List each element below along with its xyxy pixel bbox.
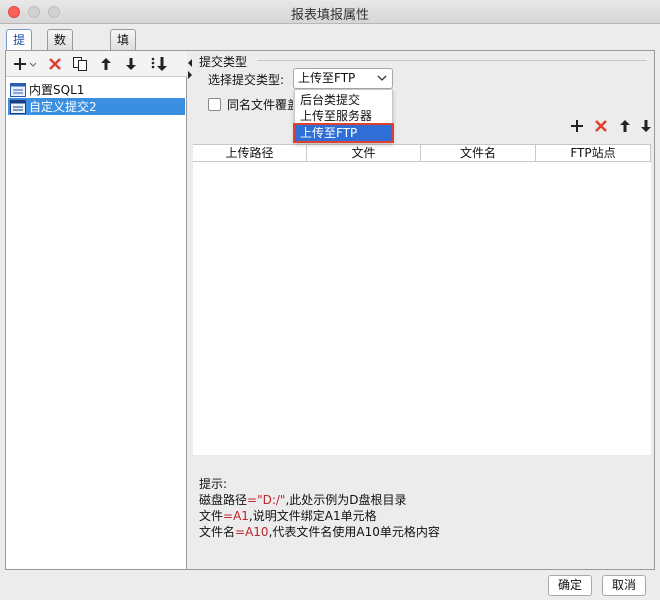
submit-type-select[interactable]: 上传至FTP (293, 68, 393, 89)
arrow-up-icon (620, 120, 630, 132)
arrow-down-icon (126, 58, 136, 70)
collapse-left-icon[interactable] (188, 59, 192, 67)
delete-x-icon (595, 120, 607, 132)
plus-icon (14, 58, 37, 70)
upload-table[interactable]: 上传路径 文件 文件名 FTP站点 (193, 144, 651, 455)
arrow-up-icon (101, 58, 111, 70)
column-header-ftp-site[interactable]: FTP站点 (536, 145, 651, 162)
row-up-button[interactable] (614, 115, 636, 137)
row-down-button[interactable] (635, 115, 657, 137)
submit-type-group-label: 提交类型 (199, 55, 248, 69)
hint-title: 提示: (199, 477, 228, 491)
list-item-label: 自定义提交2 (29, 100, 97, 114)
tab-submit[interactable]: 提交 (6, 29, 33, 67)
submit-item-icon (10, 99, 26, 114)
list-item-builtin-sql[interactable]: 内置SQL1 (8, 81, 185, 98)
list-item-label: 内置SQL1 (29, 83, 85, 97)
delete-x-icon (49, 58, 61, 70)
overwrite-checkbox-label: 同名文件覆盖 (227, 98, 293, 112)
submit-type-label: 选择提交类型: (208, 73, 285, 87)
expand-right-icon[interactable] (188, 71, 192, 79)
arrow-down-icon (641, 120, 651, 132)
delete-button[interactable] (45, 54, 65, 74)
hint-text: 提示: 磁盘路径="D:/",此处示例为D盘根目录 文件=A1,说明文件绑定A1… (199, 476, 440, 540)
add-dropdown-button[interactable] (12, 54, 38, 74)
overwrite-checkbox[interactable] (208, 98, 221, 111)
plus-icon (571, 120, 583, 132)
tab-shortcut-settings[interactable]: 填报快捷键设置 (110, 29, 137, 167)
hint-line-file-name: 文件名=A10,代表文件名使用A10单元格内容 (199, 525, 440, 539)
window-title: 报表填报属性 (290, 8, 369, 23)
cancel-button[interactable]: 取消 (602, 575, 646, 596)
copy-button[interactable] (70, 54, 90, 74)
submit-type-dropdown: 后台类提交 上传至服务器 上传至FTP (293, 89, 394, 143)
move-up-button[interactable] (96, 54, 116, 74)
list-toolbar (6, 51, 187, 77)
add-row-button[interactable] (566, 115, 588, 137)
tab-data-validation[interactable]: 数据校验 (47, 29, 74, 107)
delete-row-button[interactable] (590, 115, 612, 137)
copy-icon (73, 57, 87, 71)
list-item-custom-submit[interactable]: 自定义提交2 (8, 98, 185, 115)
hint-line-file: 文件=A1,说明文件绑定A1单元格 (199, 509, 377, 523)
table-header: 上传路径 文件 文件名 FTP站点 (193, 145, 651, 162)
option-upload-ftp[interactable]: 上传至FTP (293, 123, 394, 143)
column-header-file-name[interactable]: 文件名 (421, 145, 536, 162)
submit-type-value: 上传至FTP (298, 71, 356, 85)
chevron-down-icon (377, 75, 387, 81)
submit-list-panel: 内置SQL1 自定义提交2 (6, 51, 187, 569)
column-header-upload-path[interactable]: 上传路径 (193, 145, 307, 162)
move-to-bottom-icon (151, 57, 167, 71)
column-header-file[interactable]: 文件 (307, 145, 421, 162)
main-panel: 内置SQL1 自定义提交2 提交类型 选择提交类型: 上传至FTP 同名文件覆盖 (5, 50, 655, 570)
option-upload-server[interactable]: 上传至服务器 (295, 108, 392, 124)
move-bottom-button[interactable] (149, 54, 169, 74)
ok-button[interactable]: 确定 (548, 575, 592, 596)
submit-item-icon (10, 82, 26, 97)
grid-toolbar (564, 115, 654, 137)
option-backend-submit[interactable]: 后台类提交 (295, 92, 392, 108)
title-bar: 报表填报属性 (0, 0, 660, 24)
group-divider (257, 60, 647, 61)
hint-line-disk-path: 磁盘路径="D:/",此处示例为D盘根目录 (199, 493, 407, 507)
submit-settings-panel: 提交类型 选择提交类型: 上传至FTP 同名文件覆盖 后台类提交 上传至服务器 … (193, 51, 654, 569)
move-down-button[interactable] (121, 54, 141, 74)
